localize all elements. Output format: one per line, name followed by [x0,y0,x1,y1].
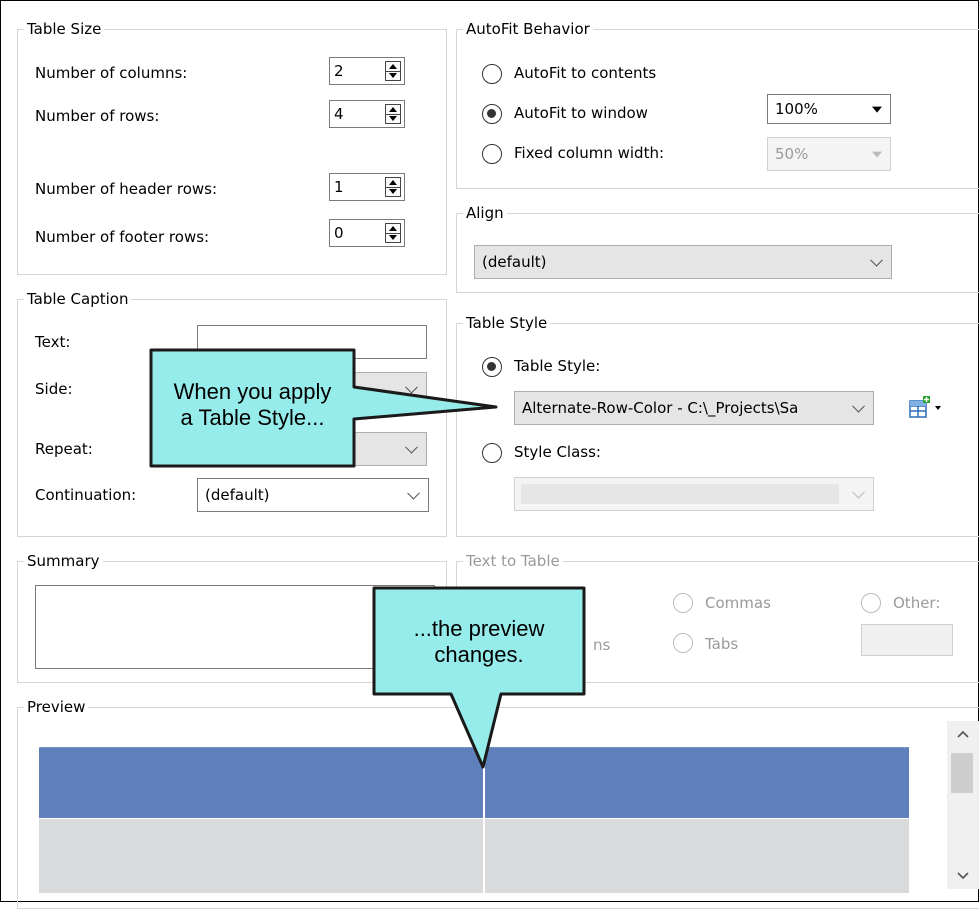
tabs-radio[interactable] [673,633,693,653]
footer-rows-label: Number of footer rows: [35,228,210,246]
spin-up-icon [389,64,397,69]
chevron-down-icon [407,486,420,500]
other-radio[interactable] [861,593,881,613]
table-properties-dialog: Table Size Number of columns: 2 Number o… [0,0,979,909]
caption-continuation-select[interactable]: (default) [197,478,429,512]
autofit-window-label[interactable]: AutoFit to window [514,103,648,123]
summary-legend: Summary [27,552,100,570]
spin-down-icon [389,235,397,240]
preview-legend: Preview [27,698,86,716]
text-to-table-legend: Text to Table [466,552,560,570]
chevron-down-icon [852,399,865,413]
header-rows-spin-buttons[interactable] [385,177,401,197]
columns-spin-buttons[interactable] [385,61,401,81]
preview-body-cell [39,819,483,893]
scroll-down-icon[interactable] [957,871,969,881]
preview-callout-bubble [372,586,586,769]
dropdown-arrow-icon [872,106,882,113]
caption-continuation-label: Continuation: [35,486,137,504]
header-rows-value: 1 [334,178,344,196]
tabs-label[interactable]: Tabs [705,634,738,654]
spin-up-icon [389,180,397,185]
autofit-window-value: 100% [775,100,818,118]
autofit-contents-label[interactable]: AutoFit to contents [514,63,656,83]
spin-down-icon [389,116,397,121]
header-rows-label: Number of header rows: [35,180,218,198]
preview-body-cell [485,819,909,893]
columns-value: 2 [334,62,344,80]
align-legend: Align [466,204,504,222]
style-class-select[interactable] [514,477,874,511]
spin-down-icon [389,189,397,194]
style-class-radio-label[interactable]: Style Class: [514,442,601,462]
caption-text-label: Text: [35,333,71,351]
autofit-contents-radio[interactable] [482,64,502,84]
other-delimiter-input[interactable] [861,624,953,656]
columns-label: Number of columns: [35,64,188,82]
preview-callout-line1: ...the preview [413,616,545,641]
commas-label[interactable]: Commas [705,593,771,613]
table-style-legend: Table Style [466,314,548,332]
align-select[interactable]: (default) [474,245,892,279]
caption-side-label: Side: [35,380,73,398]
autofit-window-radio[interactable] [482,104,502,124]
style-callout-line2: a Table Style... [180,405,325,430]
footer-rows-spin-buttons[interactable] [385,223,401,243]
fixed-width-radio[interactable] [482,144,502,164]
table-style-value: Alternate-Row-Color - C:\_Projects\Sa [522,399,799,417]
caption-repeat-label: Repeat: [35,440,93,458]
commas-radio[interactable] [673,593,693,613]
columns-spinner[interactable]: 2 [329,57,405,85]
table-style-icon [909,396,941,418]
table-caption-legend: Table Caption [27,290,129,308]
fixed-width-label[interactable]: Fixed column width: [514,143,664,163]
spin-down-icon [389,73,397,78]
align-value: (default) [482,253,547,271]
rows-spin-buttons[interactable] [385,104,401,124]
spin-up-icon [389,107,397,112]
footer-rows-value: 0 [334,224,344,242]
chevron-down-icon [852,485,865,499]
other-label[interactable]: Other: [893,593,940,613]
fixed-width-select[interactable]: 50% [767,137,891,171]
scrollbar-thumb[interactable] [951,753,973,793]
scroll-up-icon[interactable] [957,729,969,739]
autofit-window-select[interactable]: 100% [767,94,891,124]
footer-rows-spinner[interactable]: 0 [329,219,405,247]
rows-label: Number of rows: [35,107,160,125]
header-rows-spinner[interactable]: 1 [329,173,405,201]
style-callout-line1: When you apply [173,379,332,404]
rows-value: 4 [334,105,344,123]
table-style-radio-label[interactable]: Table Style: [514,356,600,376]
spin-up-icon [389,226,397,231]
table-style-select[interactable]: Alternate-Row-Color - C:\_Projects\Sa [514,391,874,425]
table-size-legend: Table Size [27,20,102,38]
caption-continuation-value: (default) [205,486,270,504]
rows-spinner[interactable]: 4 [329,100,405,128]
fixed-width-value: 50% [775,145,809,163]
chevron-down-icon [870,253,883,267]
new-style-button[interactable] [906,393,946,423]
dropdown-arrow-icon [872,151,882,158]
preview-callout-line2: changes. [434,642,524,667]
preview-scrollbar[interactable] [947,721,979,889]
autofit-legend: AutoFit Behavior [466,20,590,38]
